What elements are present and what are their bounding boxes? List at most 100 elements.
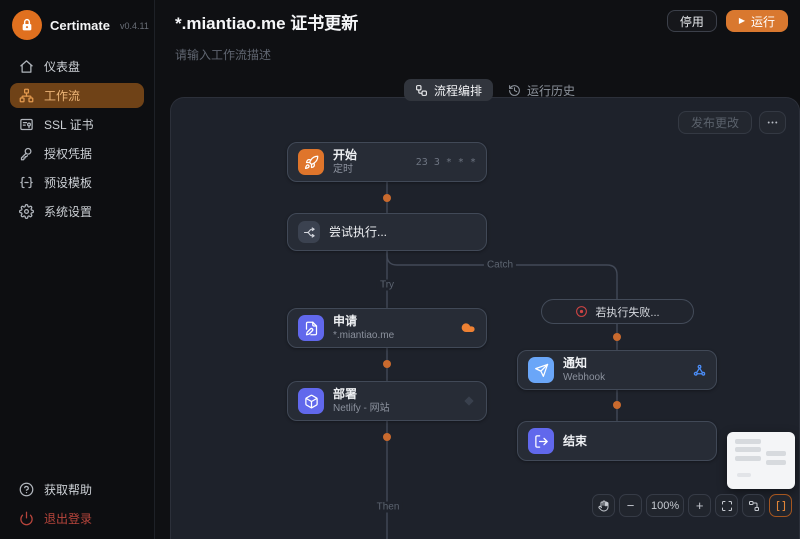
workflow-description-placeholder[interactable]: 请输入工作流描述 [175,46,271,63]
add-node-dot[interactable] [383,433,391,441]
help-icon [19,482,34,497]
minimap-node [735,439,761,444]
layout-flow-icon [748,500,759,511]
node-subtitle: 定时 [333,163,353,175]
settings-icon [19,204,34,219]
canvas-minimap[interactable] [727,432,795,489]
sidebar-item-settings[interactable]: 系统设置 [10,199,144,224]
history-icon [509,84,520,96]
app-name: Certimate [50,17,110,33]
rocket-icon [298,149,324,175]
package-icon [298,388,324,414]
node-end[interactable]: 结束 [517,421,717,461]
minus-icon: − [626,498,635,513]
app-logo[interactable]: Certimate v0.4.11 [0,0,154,52]
workflow-editor-icon [416,84,427,96]
zoom-out-button[interactable]: − [619,494,642,517]
tab-label: 流程编排 [434,83,483,98]
sidebar-item-templates[interactable]: 预设模板 [10,170,144,195]
webhook-icon [693,364,706,377]
publish-changes-button[interactable]: 发布更改 [677,111,752,134]
node-deploy[interactable]: 部署 Netlify - 网站 [287,381,487,421]
tab-label: 运行历史 [527,83,576,98]
sidebar-item-label: SSL 证书 [44,118,94,132]
cloudflare-icon [460,320,476,336]
node-text: 通知 Webhook [563,356,605,383]
play-icon: ▶ [738,16,745,25]
node-text: 部署 Netlify - 网站 [333,387,390,414]
exit-icon [528,428,554,454]
sidebar-item-help[interactable]: 获取帮助 [10,477,144,502]
disable-workflow-button[interactable]: 停用 [666,10,717,32]
zoom-in-button[interactable]: + [688,494,712,517]
sidebar: Certimate v0.4.11 仪表盘 工作流 SSL 证书 授权凭据 预设… [0,0,155,539]
template-icon [20,176,33,189]
power-icon [20,511,33,526]
certimate-app: Certimate v0.4.11 仪表盘 工作流 SSL 证书 授权凭据 预设… [0,0,800,539]
add-node-dot[interactable] [383,360,391,368]
minimap-node [735,447,761,452]
node-text: 尝试执行... [329,225,387,239]
header-actions: 停用 ▶ 运行 [666,10,788,32]
zoom-level-button[interactable]: 100% [646,494,685,517]
sidebar-item-logout[interactable]: 退出登录 [10,506,144,531]
minimap-node [766,460,786,465]
node-subtitle: Netlify - 网站 [333,402,390,414]
add-node-dot[interactable] [383,194,391,202]
split-branch-icon [298,221,320,243]
node-start[interactable]: 开始 定时 23 3 * * * [287,142,487,182]
code-view-button[interactable] [769,494,793,517]
node-subtitle: *.miantiao.me [333,329,395,341]
branch-label-then: Then [373,501,403,513]
add-node-dot[interactable] [613,401,621,409]
auto-layout-button[interactable] [742,494,766,517]
minimap-node [735,456,761,461]
node-title: 开始 [333,148,358,163]
netlify-icon [462,394,476,408]
sidebar-item-credentials[interactable]: 授权凭据 [10,141,144,166]
branch-label-try: Try [376,279,398,291]
node-title: 申请 [333,314,358,329]
node-subtitle: Webhook [563,371,606,383]
sidebar-item-ssl-certificates[interactable]: SSL 证书 [10,112,144,137]
certificate-icon [20,118,33,131]
node-text: 结束 [563,434,587,448]
ellipsis-icon [767,121,778,124]
add-node-dot[interactable] [613,333,621,341]
canvas-actions: 发布更改 [677,111,786,134]
node-title: 尝试执行... [329,224,388,239]
sidebar-nav: 仪表盘 工作流 SSL 证书 授权凭据 预设模板 系统设置 [0,52,154,226]
sidebar-item-workflows[interactable]: 工作流 [10,83,144,108]
lock-icon [22,18,32,31]
workflow-name[interactable]: *.miantiao.me 证书更新 [175,9,358,34]
node-try-catch[interactable]: 尝试执行... [287,213,487,251]
hand-icon [597,500,608,511]
dashboard-icon [20,60,33,73]
tab-run-history[interactable]: 运行历史 [497,79,586,101]
sidebar-item-dashboard[interactable]: 仪表盘 [10,54,144,79]
fit-view-button[interactable] [715,494,739,517]
node-title: 部署 [333,387,358,402]
more-options-button[interactable] [759,111,786,134]
node-apply-certificate[interactable]: 申请 *.miantiao.me [287,308,487,348]
run-workflow-button[interactable]: ▶ 运行 [725,10,788,32]
tab-process-editor[interactable]: 流程编排 [404,79,494,101]
canvas-toolbar: − 100% + [592,494,793,517]
app-version: v0.4.11 [119,21,149,31]
node-notify[interactable]: 通知 Webhook [517,350,717,390]
cron-expression: 23 3 * * * [415,156,476,168]
node-on-failure[interactable]: 若执行失败... [541,299,694,324]
run-button-label: 运行 [750,14,775,29]
send-icon [528,357,554,383]
maximize-icon [721,500,732,511]
sidebar-item-label: 预设模板 [44,176,93,190]
pan-tool-button[interactable] [592,494,615,517]
sidebar-item-label: 授权凭据 [44,147,93,161]
file-pen-icon [298,315,324,341]
sidebar-item-label: 退出登录 [44,512,93,526]
plus-icon: + [695,498,704,513]
node-title: 结束 [563,433,588,448]
workflow-icon [19,88,34,103]
minimap-node [766,451,786,456]
lock-logo-icon [12,10,42,40]
